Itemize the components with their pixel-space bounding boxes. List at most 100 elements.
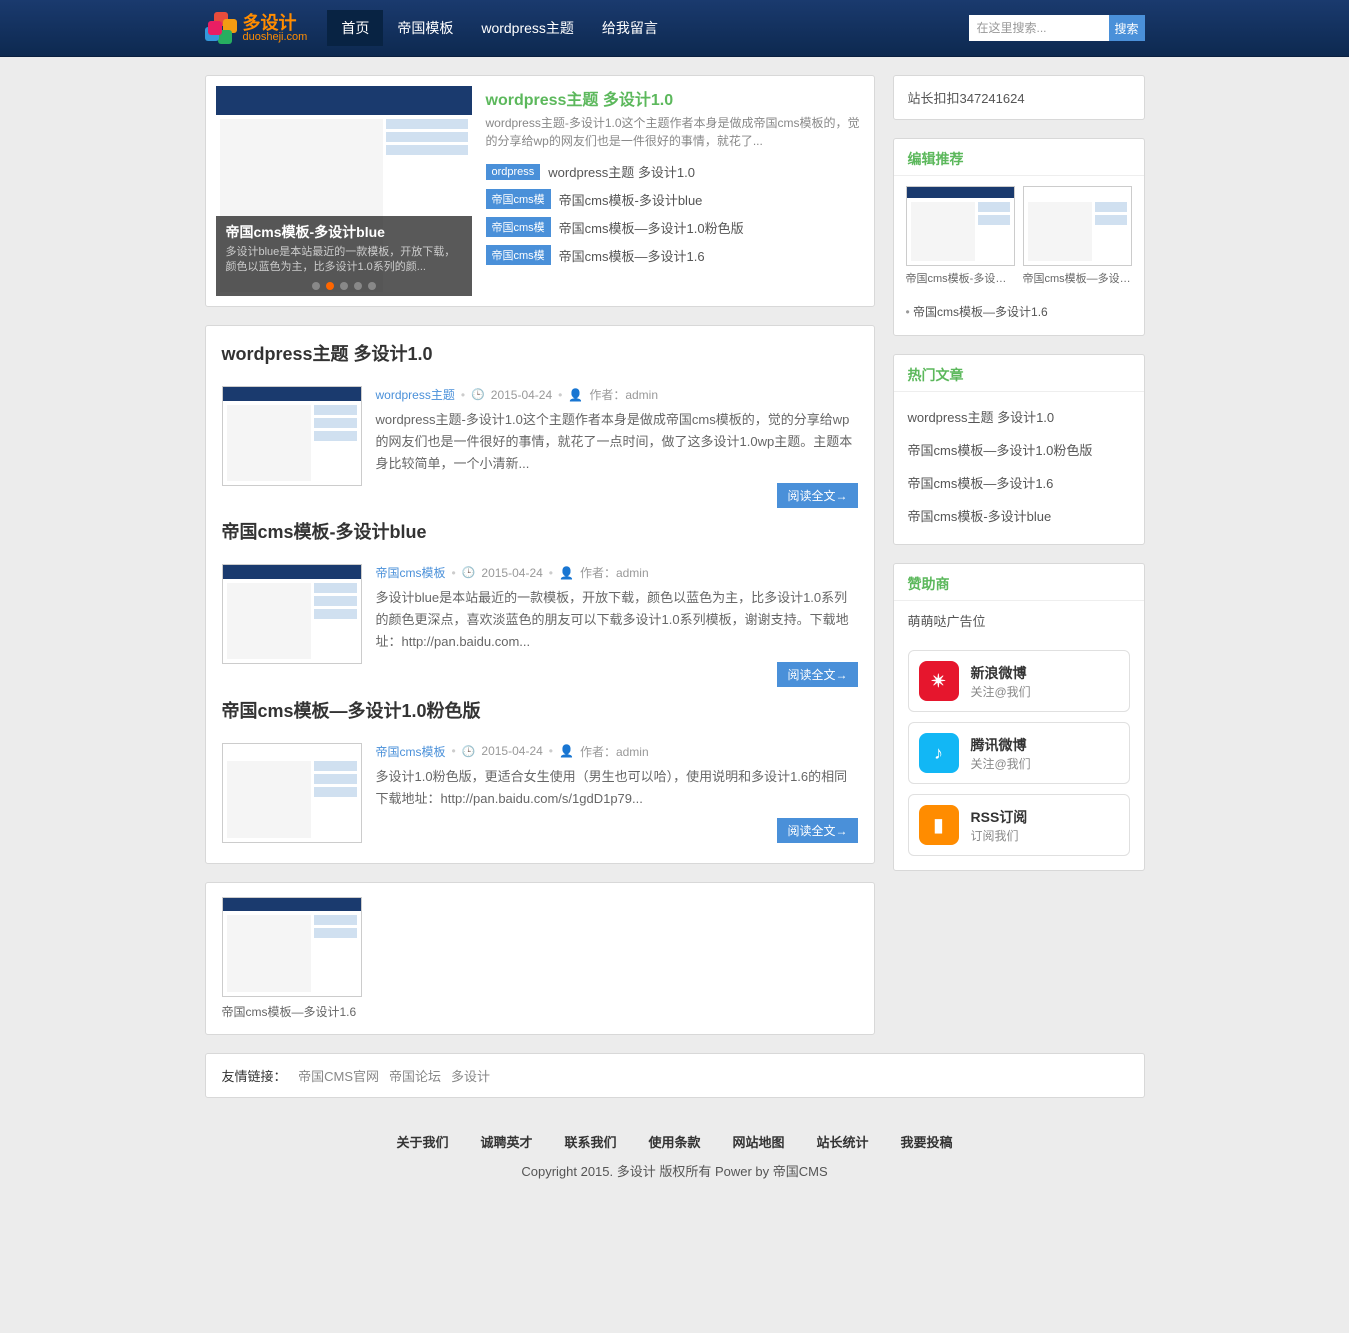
friend-link[interactable]: 多设计 <box>451 1069 490 1084</box>
recommend-item[interactable]: 帝国cms模板—多设计1.0粉 <box>1023 186 1132 286</box>
footer-link[interactable]: 诚聘英才 <box>480 1135 532 1150</box>
social-name: RSS订阅 <box>971 807 1028 827</box>
logo[interactable]: 多设计 duosheji.com <box>205 12 308 44</box>
posts-panel: wordpress主题 多设计1.0wordpress主题•🕒2015-04-2… <box>205 325 875 864</box>
social-item[interactable]: ▮ RSS订阅订阅我们 <box>908 794 1130 856</box>
hero-list-link[interactable]: 帝国cms模板—多设计1.0粉色版 <box>559 218 744 237</box>
hero-list-link[interactable]: 帝国cms模板-多设计blue <box>559 190 703 209</box>
slider-title: 帝国cms模板-多设计blue <box>226 222 462 242</box>
friend-link[interactable]: 帝国CMS官网 <box>298 1069 379 1084</box>
hero-featured-desc: wordpress主题-多设计1.0这个主题作者本身是做成帝国cms模板的，觉的… <box>486 114 864 150</box>
post-thumb[interactable] <box>222 564 362 664</box>
user-icon: 👤 <box>559 566 574 580</box>
logo-text-en: duosheji.com <box>243 32 308 43</box>
footer-link[interactable]: 我要投稿 <box>901 1135 953 1150</box>
post-category[interactable]: wordpress主题 <box>376 386 455 403</box>
post-date: 2015-04-24 <box>481 566 542 580</box>
sponsor-text: 萌萌哒广告位 <box>894 601 1144 640</box>
hero-tag: 帝国cms模 <box>486 245 551 265</box>
hot-link[interactable]: 帝国cms模板-多设计blue <box>908 509 1052 524</box>
footer-link[interactable]: 网站地图 <box>733 1135 785 1150</box>
header: 多设计 duosheji.com 首页帝国模板wordpress主题给我留言 搜… <box>0 0 1349 57</box>
social-icon: ✴ <box>919 661 959 701</box>
sponsor-title: 赞助商 <box>894 564 1144 601</box>
hero-tag: 帝国cms模 <box>486 217 551 237</box>
copyright: Copyright 2015. 多设计 版权所有 Power by 帝国CMS <box>0 1161 1349 1180</box>
footer-link[interactable]: 使用条款 <box>648 1135 700 1150</box>
social-item[interactable]: ✴ 新浪微博关注@我们 <box>908 650 1130 712</box>
social-sub: 关注@我们 <box>971 755 1031 772</box>
recommend-extra[interactable]: 帝国cms模板—多设计1.6 <box>906 300 1132 323</box>
hot-title: 热门文章 <box>894 355 1144 392</box>
user-icon: 👤 <box>559 744 574 758</box>
friend-links: 友情链接： 帝国CMS官网帝国论坛多设计 <box>205 1053 1145 1098</box>
social-sub: 订阅我们 <box>971 827 1028 844</box>
clock-icon: 🕒 <box>462 745 476 758</box>
friend-link[interactable]: 帝国论坛 <box>389 1069 441 1084</box>
recommend-thumb <box>1023 186 1132 266</box>
nav-item[interactable]: 首页 <box>327 10 383 46</box>
social-item[interactable]: ♪ 腾讯微博关注@我们 <box>908 722 1130 784</box>
social-icon: ♪ <box>919 733 959 773</box>
post-title[interactable]: 帝国cms模板-多设计blue <box>222 518 858 544</box>
post-author: 作者：admin <box>580 743 649 760</box>
hero-slider[interactable]: 帝国cms模板-多设计blue 多设计blue是本站最近的一款模板，开放下载，颜… <box>216 86 472 296</box>
user-icon: 👤 <box>568 388 583 402</box>
search-button[interactable]: 搜索 <box>1109 15 1145 41</box>
social-name: 新浪微博 <box>971 663 1031 683</box>
qq-panel: 站长扣扣347241624 <box>893 75 1145 120</box>
clock-icon: 🕒 <box>462 566 476 579</box>
post-excerpt: 多设计1.0粉色版，更适合女生使用（男生也可以哈），使用说明和多设计1.6的相同… <box>376 766 858 810</box>
post-category[interactable]: 帝国cms模板 <box>376 743 446 760</box>
post-author: 作者：admin <box>589 386 658 403</box>
clock-icon: 🕒 <box>471 388 485 401</box>
hot-link[interactable]: 帝国cms模板—多设计1.6 <box>908 476 1054 491</box>
search-box: 搜索 <box>969 15 1145 41</box>
social-icon: ▮ <box>919 805 959 845</box>
readmore-button[interactable]: 阅读全文→ <box>777 483 857 508</box>
footer-link[interactable]: 站长统计 <box>817 1135 869 1150</box>
post-excerpt: wordpress主题-多设计1.0这个主题作者本身是做成帝国cms模板的，觉的… <box>376 409 858 475</box>
readmore-button[interactable]: 阅读全文→ <box>777 662 857 687</box>
logo-icon <box>205 12 237 44</box>
nav-item[interactable]: wordpress主题 <box>467 10 588 46</box>
hero-tag: 帝国cms模 <box>486 189 551 209</box>
main-nav: 首页帝国模板wordpress主题给我留言 <box>327 10 672 46</box>
recommend-caption: 帝国cms模板—多设计1.0粉 <box>1023 270 1132 286</box>
hot-link[interactable]: wordpress主题 多设计1.0 <box>908 410 1055 425</box>
logo-text-cn: 多设计 <box>243 14 308 32</box>
post-category[interactable]: 帝国cms模板 <box>376 564 446 581</box>
recommend-thumb <box>906 186 1015 266</box>
hot-link[interactable]: 帝国cms模板—多设计1.0粉色版 <box>908 443 1093 458</box>
card-item[interactable]: 帝国cms模板—多设计1.6 <box>222 897 362 1020</box>
recommend-item[interactable]: 帝国cms模板-多设计blue <box>906 186 1015 286</box>
nav-item[interactable]: 帝国模板 <box>383 10 467 46</box>
footer-link[interactable]: 关于我们 <box>396 1135 448 1150</box>
search-input[interactable] <box>969 15 1109 41</box>
hero-list-link[interactable]: wordpress主题 多设计1.0 <box>548 162 695 181</box>
recommend-caption: 帝国cms模板-多设计blue <box>906 270 1015 286</box>
hero-featured-title[interactable]: wordpress主题 多设计1.0 <box>486 86 864 110</box>
qq-text: 站长扣扣347241624 <box>894 76 1144 119</box>
links-label: 友情链接： <box>222 1069 287 1084</box>
footer: 关于我们 诚聘英才 联系我们 使用条款 网站地图 站长统计 我要投稿 Copyright 2… <box>0 1116 1349 1204</box>
hero-tag: ordpress <box>486 164 541 180</box>
slider-dots[interactable] <box>312 282 376 290</box>
recommend-title: 编辑推荐 <box>894 139 1144 176</box>
hot-panel: 热门文章 wordpress主题 多设计1.0 帝国cms模板—多设计1.0粉色版… <box>893 354 1145 545</box>
social-name: 腾讯微博 <box>971 735 1031 755</box>
post-title[interactable]: 帝国cms模板—多设计1.0粉色版 <box>222 697 858 723</box>
post-thumb[interactable] <box>222 743 362 843</box>
post-date: 2015-04-24 <box>481 744 542 758</box>
nav-item[interactable]: 给我留言 <box>588 10 672 46</box>
footer-link[interactable]: 联系我们 <box>564 1135 616 1150</box>
card-panel: 帝国cms模板—多设计1.6 <box>205 882 875 1035</box>
card-title: 帝国cms模板—多设计1.6 <box>222 1003 362 1020</box>
hero-list-link[interactable]: 帝国cms模板—多设计1.6 <box>559 246 705 265</box>
post-thumb[interactable] <box>222 386 362 486</box>
post-title[interactable]: wordpress主题 多设计1.0 <box>222 340 858 366</box>
social-sub: 关注@我们 <box>971 683 1031 700</box>
hero-panel: 帝国cms模板-多设计blue 多设计blue是本站最近的一款模板，开放下载，颜… <box>205 75 875 307</box>
readmore-button[interactable]: 阅读全文→ <box>777 818 857 843</box>
recommend-panel: 编辑推荐 帝国cms模板-多设计blue 帝国cms模板—多设计1.0粉 帝国cm… <box>893 138 1145 336</box>
